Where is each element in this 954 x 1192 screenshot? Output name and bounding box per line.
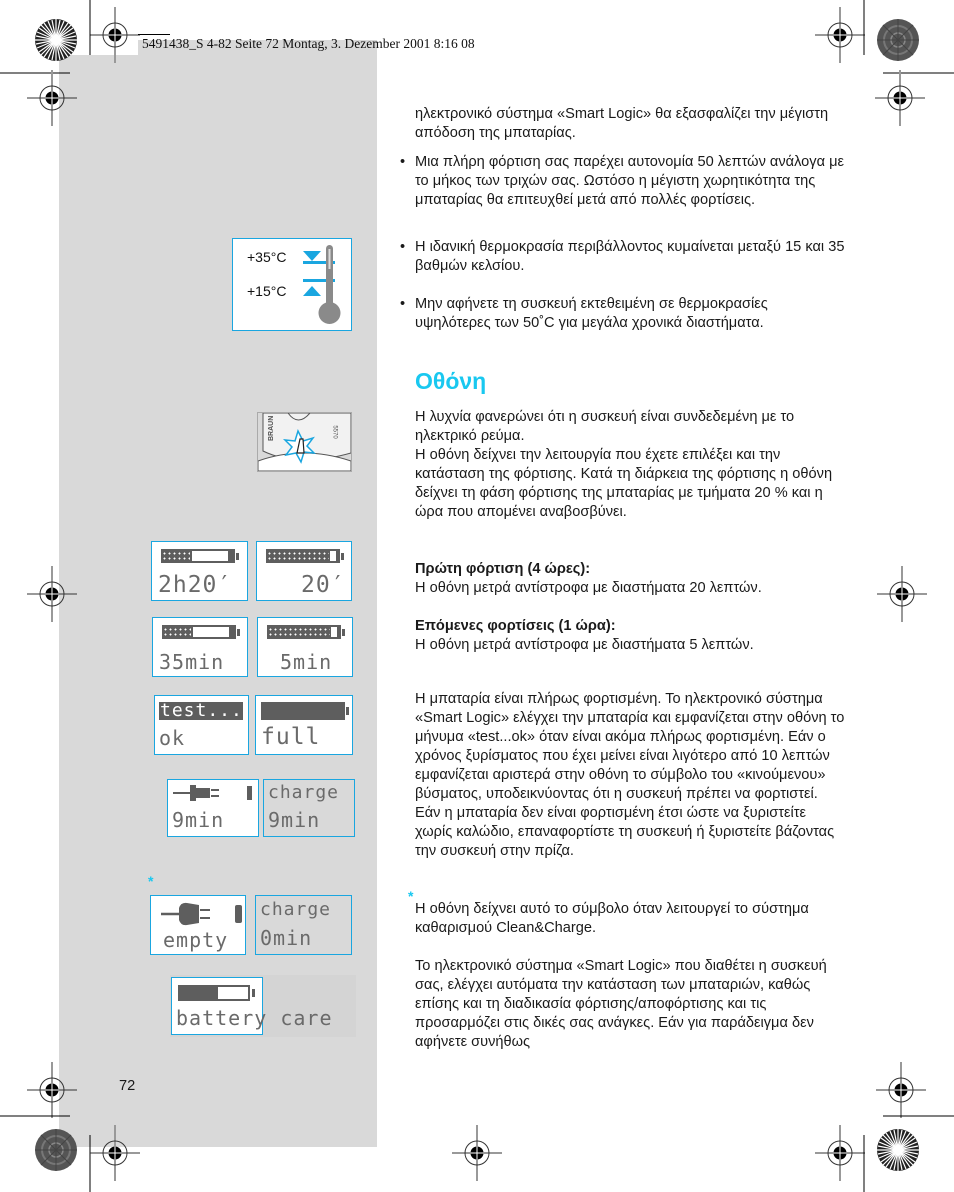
lcd-first-charge-end: 20′ bbox=[256, 541, 352, 601]
empty-segments bbox=[163, 627, 191, 637]
next-charge-block: Επόμενες φορτίσεις (1 ώρα): Η οθόνη μετρ… bbox=[415, 617, 845, 655]
model-number: 5570 bbox=[331, 425, 338, 439]
empty-segments bbox=[268, 627, 330, 637]
lamp-text: Η λυχνία φανερώνει ότι η συσκευή είναι σ… bbox=[415, 409, 795, 444]
plug-icon bbox=[173, 785, 252, 801]
lcd-next-charge: 35min bbox=[152, 617, 248, 677]
footnote-star: * bbox=[408, 888, 414, 904]
lcd-line2: empty bbox=[163, 928, 229, 952]
lcd-next-charge-end: 5min bbox=[257, 617, 353, 677]
battery-full-text: Η μπαταρία είναι πλήρως φορτισμένη. Το η… bbox=[415, 691, 845, 859]
bullet-dot: • bbox=[400, 154, 406, 170]
next-charge-title: Επόμενες φορτίσεις (1 ώρα): bbox=[415, 618, 616, 634]
empty-segments bbox=[218, 987, 248, 999]
bullet-text: Μια πλήρη φόρτιση σας παρέχει αυτονομία … bbox=[415, 154, 844, 208]
battery-cap bbox=[236, 553, 239, 560]
lcd-time: 5min bbox=[280, 650, 333, 674]
clean-charge-text: Η οθόνη δείχνει αυτό το σύμβολο όταν λει… bbox=[415, 901, 809, 936]
bullet-dot: • bbox=[400, 239, 406, 255]
bullet-dot: • bbox=[400, 296, 406, 312]
intro-paragraph: ηλεκτρονικό σύστημα «Smart Logic» θα εξα… bbox=[415, 105, 845, 143]
lcd-low-charge: charge 9min bbox=[263, 779, 355, 837]
plug-icon bbox=[161, 902, 242, 926]
bullet-heat-warning: • Μην αφήνετε τη συσκευή εκτεθειμένη σε … bbox=[400, 295, 845, 333]
lcd-line2: 9min bbox=[268, 808, 321, 832]
smart-logic-paragraph: Το ηλεκτρονικό σύστημα «Smart Logic» που… bbox=[415, 957, 845, 1052]
bullet-battery-life: • Μια πλήρη φόρτιση σας παρέχει αυτονομί… bbox=[400, 153, 845, 210]
bullet-text: Η ιδανική θερμοκρασία περιβάλλοντος κυμα… bbox=[415, 239, 845, 274]
figure-star: * bbox=[148, 873, 154, 889]
display-description: Η λυχνία φανερώνει ότι η συσκευή είναι σ… bbox=[415, 408, 845, 522]
lcd-full: full bbox=[255, 695, 353, 755]
filled-segments bbox=[331, 627, 337, 637]
lcd-line1: charge bbox=[260, 899, 332, 920]
next-charge-text: Η οθόνη μετρά αντίστροφα με διαστήματα 5… bbox=[415, 637, 754, 653]
empty-segments bbox=[162, 551, 190, 561]
slug-line: 5491438_S 4-82 Seite 72 Montag, 3. Dezem… bbox=[142, 36, 475, 51]
clean-charge-paragraph: Η οθόνη δείχνει αυτό το σύμβολο όταν λει… bbox=[415, 900, 845, 938]
bullet-temperature: • Η ιδανική θερμοκρασία περιβάλλοντος κυ… bbox=[400, 238, 845, 276]
lcd-line2: 9min bbox=[172, 808, 225, 832]
first-charge-title: Πρώτη φόρτιση (4 ώρες): bbox=[415, 561, 591, 577]
battery-cap bbox=[252, 989, 255, 997]
thermometer-figure: +35°C +15°C bbox=[232, 238, 352, 331]
brand-logo: BRAUN bbox=[268, 415, 275, 441]
lcd-empty: empty bbox=[150, 895, 246, 955]
page-number: 72 bbox=[119, 1078, 136, 1094]
battery-full-paragraph: Η μπαταρία είναι πλήρως φορτισμένη. Το η… bbox=[415, 690, 845, 861]
battery-cap bbox=[341, 553, 344, 560]
thermometer-icon bbox=[303, 245, 341, 324]
slug-rule bbox=[138, 34, 170, 35]
lcd-test-ok: test... ok bbox=[154, 695, 249, 755]
bullet-text: Μην αφήνετε τη συσκευή εκτεθειμένη σε θε… bbox=[415, 296, 768, 331]
smart-logic-text: Το ηλεκτρονικό σύστημα «Smart Logic» που… bbox=[415, 958, 827, 1050]
section-heading: Οθόνη bbox=[415, 368, 487, 394]
battery-cap bbox=[342, 629, 345, 636]
filled-segments bbox=[330, 551, 336, 561]
lcd-time: 35min bbox=[159, 650, 225, 674]
lcd-time: 20′ bbox=[301, 572, 346, 598]
display-text: Η οθόνη δείχνει την λειτουργία που έχετε… bbox=[415, 447, 833, 520]
lcd-empty-charge: charge 0min bbox=[255, 895, 352, 955]
battery-cap bbox=[346, 707, 349, 715]
shaver-lamp-figure: BRAUN 5570 bbox=[257, 412, 352, 472]
lcd-line1: test... bbox=[160, 700, 243, 721]
lcd-line2: ok bbox=[159, 726, 186, 750]
lcd-first-charge: 2h20′ bbox=[151, 541, 248, 601]
empty-segments bbox=[267, 551, 329, 561]
battery-care-text: battery care bbox=[176, 1006, 333, 1030]
battery-cap bbox=[237, 629, 240, 636]
lcd-low-plug: 9min bbox=[167, 779, 259, 837]
lcd-line1: charge bbox=[268, 782, 340, 803]
first-charge-text: Η οθόνη μετρά αντίστροφα με διαστήματα 2… bbox=[415, 580, 762, 596]
intro-text: ηλεκτρονικό σύστημα «Smart Logic» θα εξα… bbox=[415, 106, 829, 141]
first-charge-block: Πρώτη φόρτιση (4 ώρες): Η οθόνη μετρά αν… bbox=[415, 560, 845, 598]
lcd-line2: full bbox=[261, 724, 321, 750]
lcd-line2: 0min bbox=[260, 926, 313, 950]
filled-segments bbox=[193, 627, 229, 637]
lcd-time: 2h20′ bbox=[158, 572, 233, 598]
filled-segments bbox=[192, 551, 228, 561]
battery-bar-full bbox=[261, 702, 345, 720]
